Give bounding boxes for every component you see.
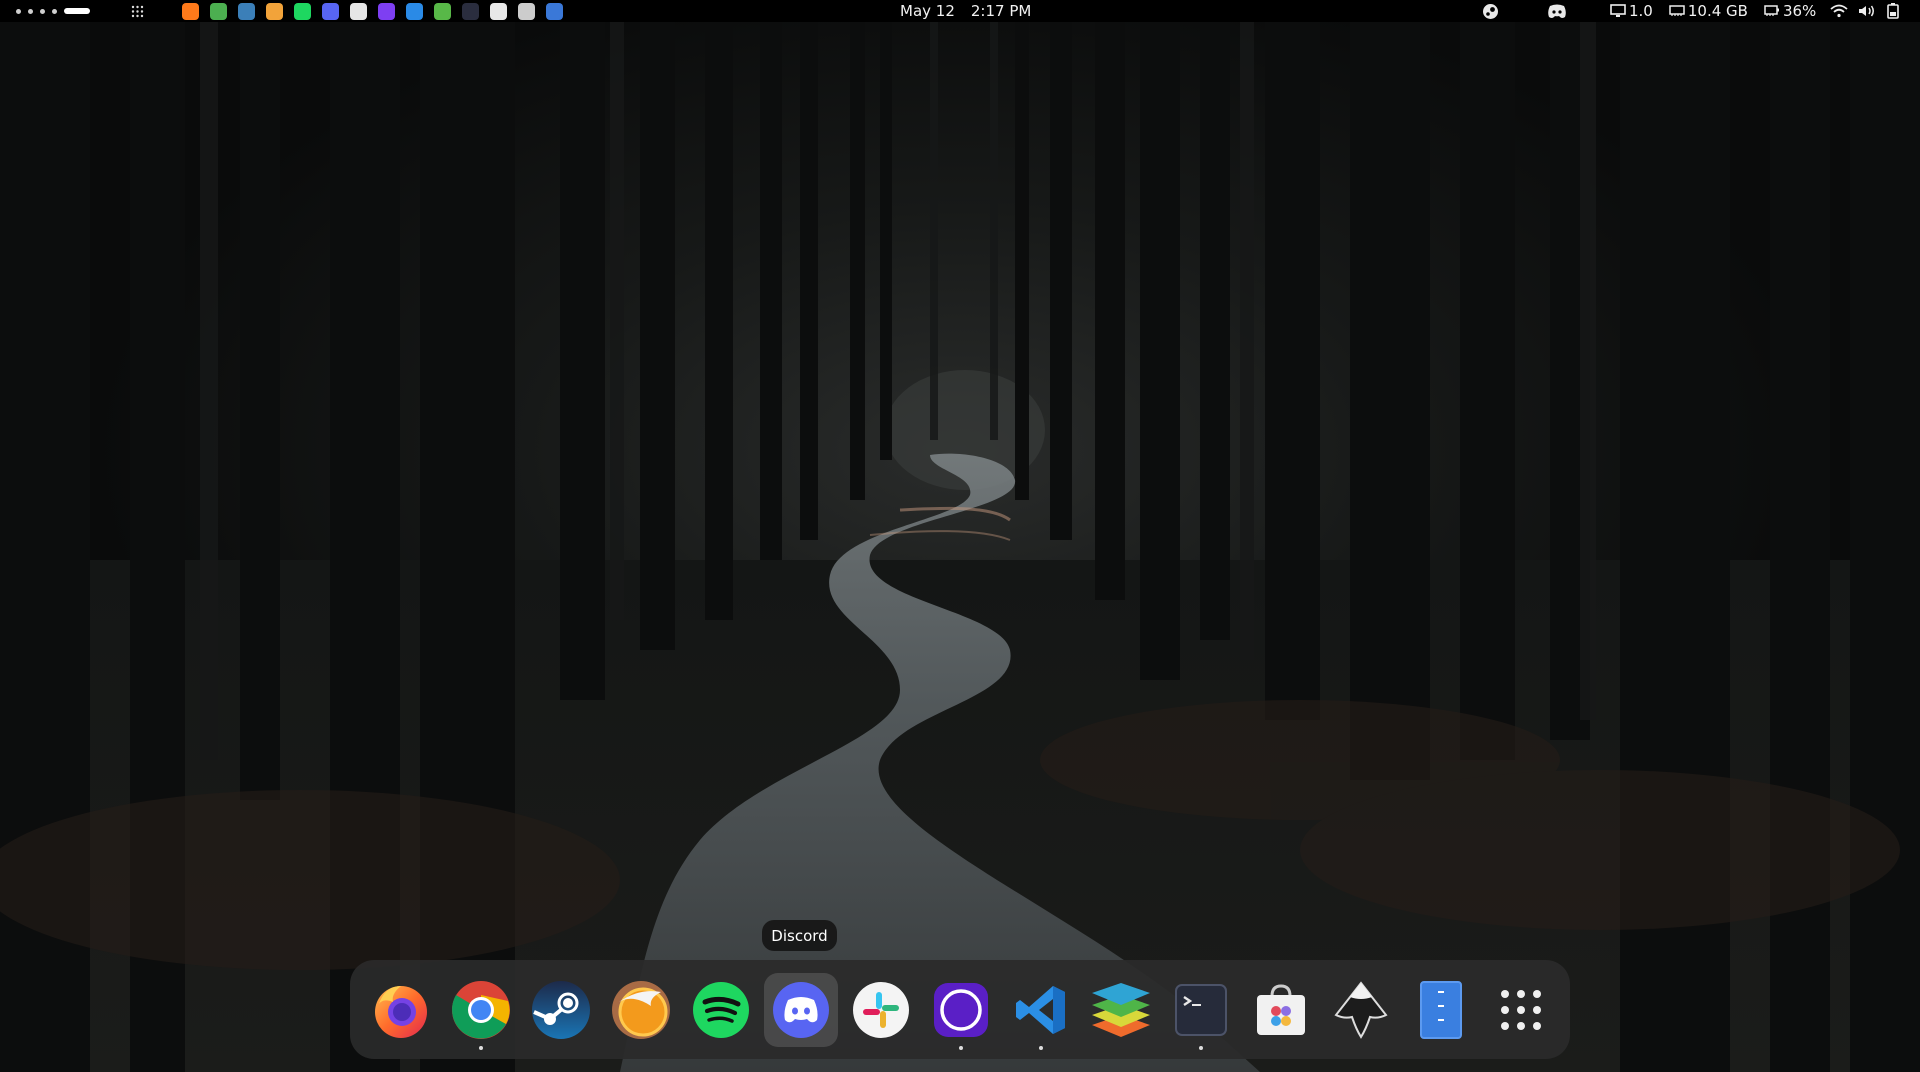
dock-item-vscode[interactable] <box>1004 973 1078 1050</box>
running-indicator <box>959 1046 963 1050</box>
firefox-icon <box>375 986 427 1038</box>
discord-tray-icon[interactable] <box>1547 0 1567 22</box>
vscode-icon[interactable] <box>406 2 423 20</box>
app-grid-icon <box>1501 990 1541 1030</box>
discord-icon <box>1548 4 1566 18</box>
firefox-icon[interactable] <box>182 2 199 20</box>
dock-item-tor-browser[interactable] <box>924 973 998 1050</box>
battery-icon <box>1764 5 1779 16</box>
workspace-indicator[interactable] <box>16 0 90 22</box>
terminal-icon <box>1175 984 1227 1036</box>
chrome-icon[interactable] <box>210 2 227 20</box>
dock-tooltip: Discord <box>762 920 837 951</box>
wifi-icon <box>1830 4 1848 18</box>
workspace-dot[interactable] <box>40 8 45 14</box>
system-monitor[interactable]: 1.0 10.4 GB 36% <box>1596 0 1816 22</box>
store-bag-icon <box>1257 984 1305 1035</box>
dock-item-stacks[interactable] <box>1084 973 1158 1047</box>
workspace-dot[interactable] <box>28 8 33 14</box>
dock-item-firefox[interactable] <box>364 973 438 1047</box>
volume-icon <box>1859 5 1874 17</box>
tor-icon <box>934 983 988 1037</box>
dock-item-software-store[interactable] <box>1244 973 1318 1047</box>
monitor-icon <box>1610 4 1626 17</box>
app-grid-icon <box>131 5 144 17</box>
clock-time: 2:17 PM <box>970 2 1032 20</box>
taskbar-running-apps <box>182 0 574 22</box>
system-menu[interactable] <box>1830 0 1900 22</box>
archive-icon <box>1420 981 1462 1039</box>
dock-item-discord[interactable] <box>764 973 838 1047</box>
app-menu-button[interactable] <box>131 0 144 22</box>
dock-item-inkscape[interactable] <box>1324 973 1398 1047</box>
workspace-dot[interactable] <box>16 8 21 14</box>
memory-value: 10.4 GB <box>1687 2 1748 20</box>
top-bar: May 12 2:17 PM 1.0 10.4 GB 36% <box>0 0 1920 22</box>
vscode-icon <box>1016 986 1065 1034</box>
memory-indicator: 10.4 GB <box>1669 2 1748 20</box>
slack-icon <box>853 982 909 1038</box>
stacks-icon[interactable] <box>434 2 451 20</box>
battery-status-icon <box>1887 3 1899 19</box>
battery-indicator: 36% <box>1764 2 1816 20</box>
chrome-icon <box>452 981 510 1039</box>
hypnotix-icon <box>612 981 670 1039</box>
cpu-load-value: 1.0 <box>1629 2 1653 20</box>
wallpaper-forest-road <box>0 0 1920 1072</box>
desktop: May 12 2:17 PM 1.0 10.4 GB 36% Discord <box>0 0 1920 1072</box>
hypnotix-icon[interactable] <box>266 2 283 20</box>
archive-icon[interactable] <box>546 2 563 20</box>
clock[interactable]: May 12 2:17 PM <box>900 0 1031 22</box>
memory-icon <box>1669 5 1685 16</box>
steam-icon[interactable] <box>238 2 255 20</box>
store-icon[interactable] <box>490 2 507 20</box>
dock-item-terminal[interactable] <box>1164 973 1238 1050</box>
inkscape-icon <box>1334 981 1388 1039</box>
steam-icon <box>1483 3 1498 19</box>
cpu-load-indicator: 1.0 <box>1610 2 1653 20</box>
terminal-icon[interactable] <box>462 2 479 20</box>
active-workspace[interactable] <box>64 8 90 14</box>
running-indicator <box>1199 1046 1203 1050</box>
dock-item-spotify[interactable] <box>684 973 758 1047</box>
dock-item-chrome[interactable] <box>444 973 518 1050</box>
tor-icon[interactable] <box>378 2 395 20</box>
inkscape-icon[interactable] <box>518 2 535 20</box>
battery-value: 36% <box>1782 2 1817 20</box>
spotify-icon <box>693 982 749 1038</box>
clock-date: May 12 <box>900 2 955 20</box>
steam-icon <box>532 981 590 1039</box>
dock-item-slack[interactable] <box>844 973 918 1047</box>
workspace-dot[interactable] <box>52 8 57 14</box>
dock-item-archive-manager[interactable] <box>1404 973 1478 1047</box>
spotify-icon[interactable] <box>294 2 311 20</box>
steam-tray-icon[interactable] <box>1482 0 1499 22</box>
dock-item-steam[interactable] <box>524 973 598 1047</box>
layers-icon <box>1092 983 1150 1037</box>
discord-icon <box>773 982 829 1038</box>
dock-item-hypnotix[interactable] <box>604 973 678 1047</box>
running-indicator <box>1039 1046 1043 1050</box>
dock <box>350 960 1570 1059</box>
slack-icon[interactable] <box>350 2 367 20</box>
dock-show-applications[interactable] <box>1484 973 1558 1047</box>
running-indicator <box>479 1046 483 1050</box>
discord-icon[interactable] <box>322 2 339 20</box>
